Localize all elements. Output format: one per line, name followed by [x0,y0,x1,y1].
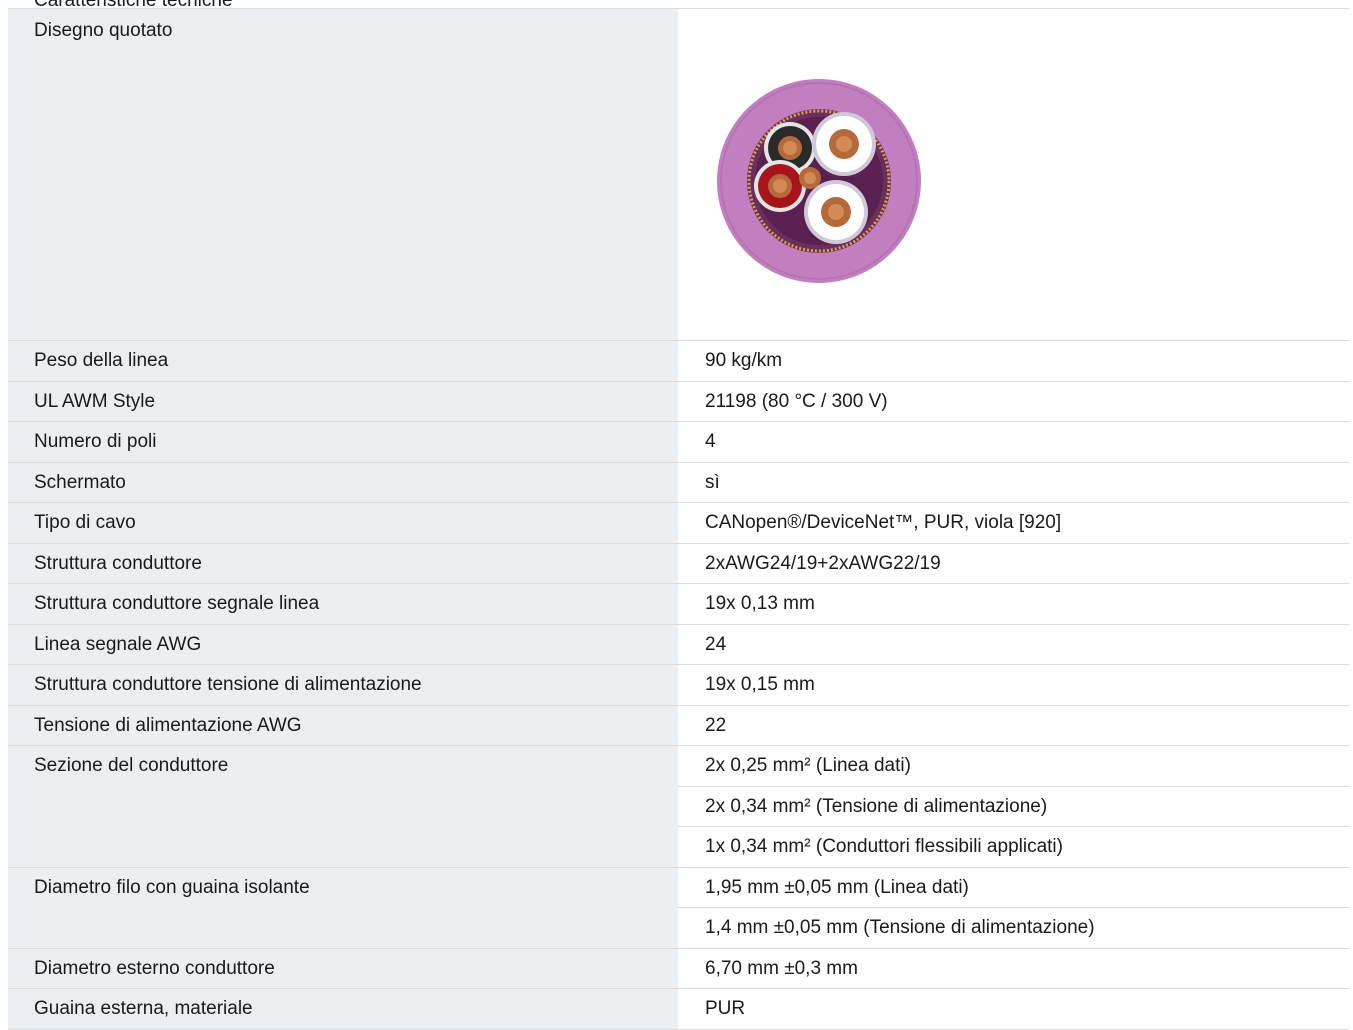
spec-row: Diametro filo con guaina isolante 1,95 mm… [8,867,1349,949]
spec-value: 4 [705,431,716,452]
spec-value: 2x 0,25 mm² (Linea dati) [678,746,1349,787]
spec-value: 24 [705,633,727,655]
spec-value: 19x 0,15 mm [705,674,815,695]
spec-label: Struttura conduttore segnale linea [8,584,678,624]
cut-off-heading: Caratteristiche tecniche [8,0,408,8]
spec-row: Tensione di alimentazione AWG 22 [8,705,1349,746]
cut-off-heading-text: Caratteristiche tecniche [34,0,233,8]
spec-label: Guaina esterna, materiale [8,989,678,1029]
spec-value: 19x 0,13 mm [705,593,815,614]
spec-label: Struttura conduttore [8,543,678,583]
spec-value-cell: 21198 (80 °C / 300 V) [678,381,1349,421]
spec-value: 22 [705,714,727,736]
spec-value-cell: 24 [678,624,1349,664]
spec-row: Peso della linea 90 kg/km [8,341,1349,382]
spec-row: Numero di poli 4 [8,422,1349,463]
spec-value-cell: PUR [678,989,1349,1029]
spec-row: Struttura conduttore segnale linea 19x 0,… [8,584,1349,625]
spec-value: 1,95 mm ±0,05 mm (Linea dati) [678,868,1349,908]
spec-value-cell: 6,70 mm ±0,3 mm [678,948,1349,988]
specification-rows: Peso della linea 90 kg/km UL AWM Style 2119… [8,341,1349,1030]
spec-value-cell: sì [678,462,1349,502]
spec-value: 90 kg/km [705,350,783,371]
spec-value: 1,4 mm ±0,05 mm (Tensione di alimentazio… [705,917,1095,938]
spec-label: Sezione del conduttore [8,746,678,867]
drawing-cell [678,9,1349,340]
drawing-label: Disegno quotato [8,9,678,340]
spec-value: PUR [705,998,746,1019]
spec-value: 2xAWG24/19+2xAWG22/19 [705,552,941,574]
spec-value: CANopen®/DeviceNet™, PUR, viola [920] [705,512,1062,533]
spec-value-cell: 19x 0,15 mm [678,665,1349,705]
spec-value-cell: 19x 0,13 mm [678,584,1349,624]
specifications-table: Disegno quotato Peso della linea 90 kg/k… [8,8,1349,1030]
spec-value-cell: 90 kg/km [678,341,1349,381]
spec-value: 2x 0,34 mm² (Tensione di alimentazione) [678,787,1349,827]
spec-value: 1x 0,34 mm² (Conduttori flessibili appli… [705,836,1063,857]
spec-label: UL AWM Style [8,381,678,421]
cable-cross-section-icon [717,79,921,283]
spec-label: Numero di poli [8,422,678,462]
drawing-row: Disegno quotato [8,9,1349,341]
spec-label: Tensione di alimentazione AWG [8,705,678,745]
spec-row: Diametro esterno conduttore 6,70 mm ±0,3 … [8,948,1349,989]
spec-value: 21198 (80 °C / 300 V) [705,390,888,412]
spec-row: Struttura conduttore 2xAWG24/19+2xAWG22/1… [8,543,1349,584]
spec-label: Struttura conduttore tensione di aliment… [8,665,678,705]
spec-row: Schermato sì [8,462,1349,503]
spec-value-cell: 2xAWG24/19+2xAWG22/19 [678,543,1349,583]
spec-label: Diametro filo con guaina isolante [8,867,678,948]
spec-label: Diametro esterno conduttore [8,948,678,988]
spec-row: Linea segnale AWG 24 [8,624,1349,665]
spec-label: Tipo di cavo [8,503,678,543]
spec-row: Struttura conduttore tensione di aliment… [8,665,1349,706]
spec-label: Linea segnale AWG [8,624,678,664]
spec-value-cell: 4 [678,422,1349,462]
spec-value-cell: 2x 0,25 mm² (Linea dati) 2x 0,34 mm² (Ten… [678,746,1349,867]
spec-value-cell: 22 [678,705,1349,745]
spec-value: 6,70 mm ±0,3 mm [705,957,858,979]
spec-value-cell: 1,95 mm ±0,05 mm (Linea dati) 1,4 mm ±0,0… [678,867,1349,948]
spec-value-cell: CANopen®/DeviceNet™, PUR, viola [920] [678,503,1349,543]
spec-label: Schermato [8,462,678,502]
spec-row: Tipo di cavo CANopen®/DeviceNet™, PUR, vi… [8,503,1349,544]
spec-row: Sezione del conduttore 2x 0,25 mm² (Linea… [8,746,1349,868]
spec-row: Guaina esterna, materiale PUR [8,989,1349,1030]
spec-label: Peso della linea [8,341,678,381]
spec-value: sì [705,471,720,493]
spec-row: UL AWM Style 21198 (80 °C / 300 V) [8,381,1349,422]
